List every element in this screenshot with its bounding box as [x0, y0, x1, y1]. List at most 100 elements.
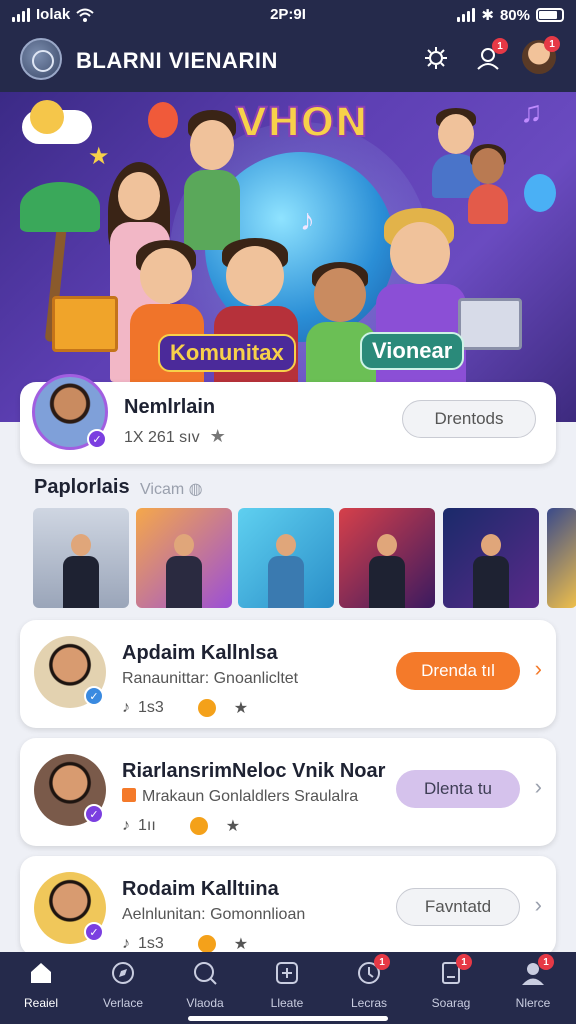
- profile-card[interactable]: ✓ Nemlrlain 1X 261 sıv ★ Drentods: [20, 374, 556, 464]
- section-subtitle-text: Vicam: [140, 481, 185, 498]
- search-icon: [190, 958, 220, 988]
- create-icon: [272, 958, 302, 988]
- carousel-item[interactable]: [238, 508, 334, 608]
- trending-carousel[interactable]: [33, 508, 576, 608]
- follow-button[interactable]: Drentods: [402, 400, 536, 438]
- hero-tag-left[interactable]: Komunitax: [158, 334, 296, 372]
- presenter-figure: [63, 534, 99, 608]
- status-bar: Iolak 2P:9I ✱ 80%: [0, 0, 576, 30]
- nav-profile[interactable]: 1 Nlerce: [492, 954, 574, 1018]
- coin-icon: [197, 699, 216, 717]
- hero-tag-right[interactable]: Vionear: [360, 332, 465, 370]
- hero-title: VHON: [235, 99, 369, 147]
- top-bar: Iolak 2P:9I ✱ 80% BLARNI VIENARIN 1 1: [0, 0, 576, 92]
- verified-badge-icon: ✓: [84, 922, 104, 942]
- saved-icon: 1: [436, 954, 472, 988]
- app-header: BLARNI VIENARIN 1 1: [0, 36, 576, 82]
- verified-badge-icon: ✓: [84, 686, 104, 706]
- home-indicator[interactable]: [188, 1016, 388, 1021]
- profile-name: Nemlrlain: [124, 396, 216, 418]
- person-man-back: [182, 110, 242, 250]
- nav-label: Lecras: [350, 996, 388, 1010]
- creator-subtitle: Mrakaun Gonlaldlers Sraulalra: [122, 788, 358, 806]
- app-title: BLARNI VIENARIN: [76, 48, 278, 73]
- profile-avatar[interactable]: ✓: [32, 374, 108, 450]
- nav-label: Nlerce: [515, 996, 551, 1010]
- creator-subtitle: Ranaunittar: Gnoanlicltet: [122, 670, 299, 687]
- nav-label: Reaiel: [23, 996, 59, 1010]
- creator-stat-count: 1s3: [138, 935, 164, 952]
- creator-card[interactable]: ✓ Rodaim Kalltıina Aelnlunitan: Gomonnli…: [20, 856, 556, 956]
- coin-icon: [189, 817, 208, 835]
- music-note-icon-2: ♫: [520, 96, 543, 129]
- creator-name: Apdaim Kallnlsa: [122, 642, 278, 664]
- notifications-icon[interactable]: 1: [472, 38, 508, 74]
- profile-meta-text: 1X 261 sıv: [124, 429, 200, 446]
- cell-signal-icon: [457, 8, 476, 22]
- star-icon: ★: [233, 700, 249, 717]
- chevron-right-icon[interactable]: ›: [535, 892, 542, 918]
- notifications-icon: 1: [354, 954, 390, 988]
- profile-meta: 1X 261 sıv ★: [124, 426, 226, 447]
- settings-icon[interactable]: [420, 42, 452, 74]
- nav-explore[interactable]: Verlace: [82, 958, 164, 1018]
- nav-badge: 1: [538, 954, 554, 970]
- star-icon: ★: [209, 426, 226, 446]
- nav-create[interactable]: Lleate: [246, 958, 328, 1018]
- presenter-figure: [166, 534, 202, 608]
- notifications-badge: 1: [492, 38, 508, 54]
- music-note-icon: ♪: [300, 204, 315, 237]
- creator-stat-count: 1s3: [138, 699, 164, 716]
- hero-banner[interactable]: ♪ ♫ ★ VHON Komunitax Vionear: [0, 92, 576, 422]
- battery-icon: [536, 8, 564, 22]
- carousel-item[interactable]: [339, 508, 435, 608]
- carousel-item-partial[interactable]: [547, 508, 576, 608]
- bluetooth-icon: ✱: [481, 7, 494, 24]
- section-subtitle[interactable]: Vicam ◍: [140, 479, 203, 499]
- nav-label: Verlace: [102, 996, 144, 1010]
- carousel-item[interactable]: [33, 508, 129, 608]
- nav-label: Lleate: [270, 996, 304, 1010]
- profile-icon: 1: [518, 954, 554, 988]
- creator-follow-button[interactable]: Dlenta tu: [396, 770, 520, 808]
- carousel-item[interactable]: [136, 508, 232, 608]
- user-avatar[interactable]: 1: [522, 36, 560, 74]
- creator-subtitle-text: Mrakaun Gonlaldlers Sraulalra: [142, 788, 359, 805]
- nav-home[interactable]: Reaiel: [0, 958, 82, 1018]
- creator-avatar[interactable]: ✓: [34, 636, 106, 708]
- carousel-item[interactable]: [443, 508, 539, 608]
- chevron-right-icon[interactable]: ›: [535, 774, 542, 800]
- creator-card[interactable]: ✓ RiarlansrimNeloc Vnik Noar Mrakaun Gon…: [20, 738, 556, 846]
- profile-badge: 1: [544, 36, 560, 52]
- creator-card[interactable]: ✓ Apdaim Kallnlsa Ranaunittar: Gnoanlicl…: [20, 620, 556, 728]
- nav-badge: 1: [374, 954, 390, 970]
- creator-follow-button[interactable]: Favntatd: [396, 888, 520, 926]
- nav-notifications[interactable]: 1 Lecras: [328, 954, 410, 1018]
- presenter-figure: [369, 534, 405, 608]
- nav-search[interactable]: Vlaoda: [164, 958, 246, 1018]
- creator-stats: ♪ 1s3 ★: [122, 698, 248, 718]
- home-icon: [26, 958, 56, 988]
- battery-percent: 80%: [499, 6, 530, 24]
- nav-label: Soarag: [431, 996, 471, 1010]
- presenter-figure: [268, 534, 304, 608]
- app-logo[interactable]: [20, 38, 62, 80]
- coin-icon: [197, 935, 216, 953]
- nav-saved[interactable]: 1 Soarag: [410, 954, 492, 1018]
- bookmark-icon: [122, 788, 136, 802]
- creator-avatar[interactable]: ✓: [34, 872, 106, 944]
- star-icon: ★: [233, 936, 249, 953]
- creator-stat-count: 1ıı: [138, 817, 156, 834]
- verified-badge-icon: ✓: [87, 429, 107, 449]
- creator-stats: ♪ 1ıı ★: [122, 816, 240, 836]
- presenter-figure: [473, 534, 509, 608]
- nav-badge: 1: [456, 954, 472, 970]
- like-icon: ♪: [122, 935, 130, 952]
- creator-name: Rodaim Kalltıina: [122, 878, 279, 900]
- chevron-right-icon[interactable]: ›: [535, 656, 542, 682]
- creator-follow-button[interactable]: Drenda tıl: [396, 652, 520, 690]
- creator-avatar[interactable]: ✓: [34, 754, 106, 826]
- creator-name: RiarlansrimNeloc Vnik Noar: [122, 760, 386, 782]
- nav-label: Vlaoda: [186, 996, 224, 1010]
- sun-illustration: [30, 100, 64, 134]
